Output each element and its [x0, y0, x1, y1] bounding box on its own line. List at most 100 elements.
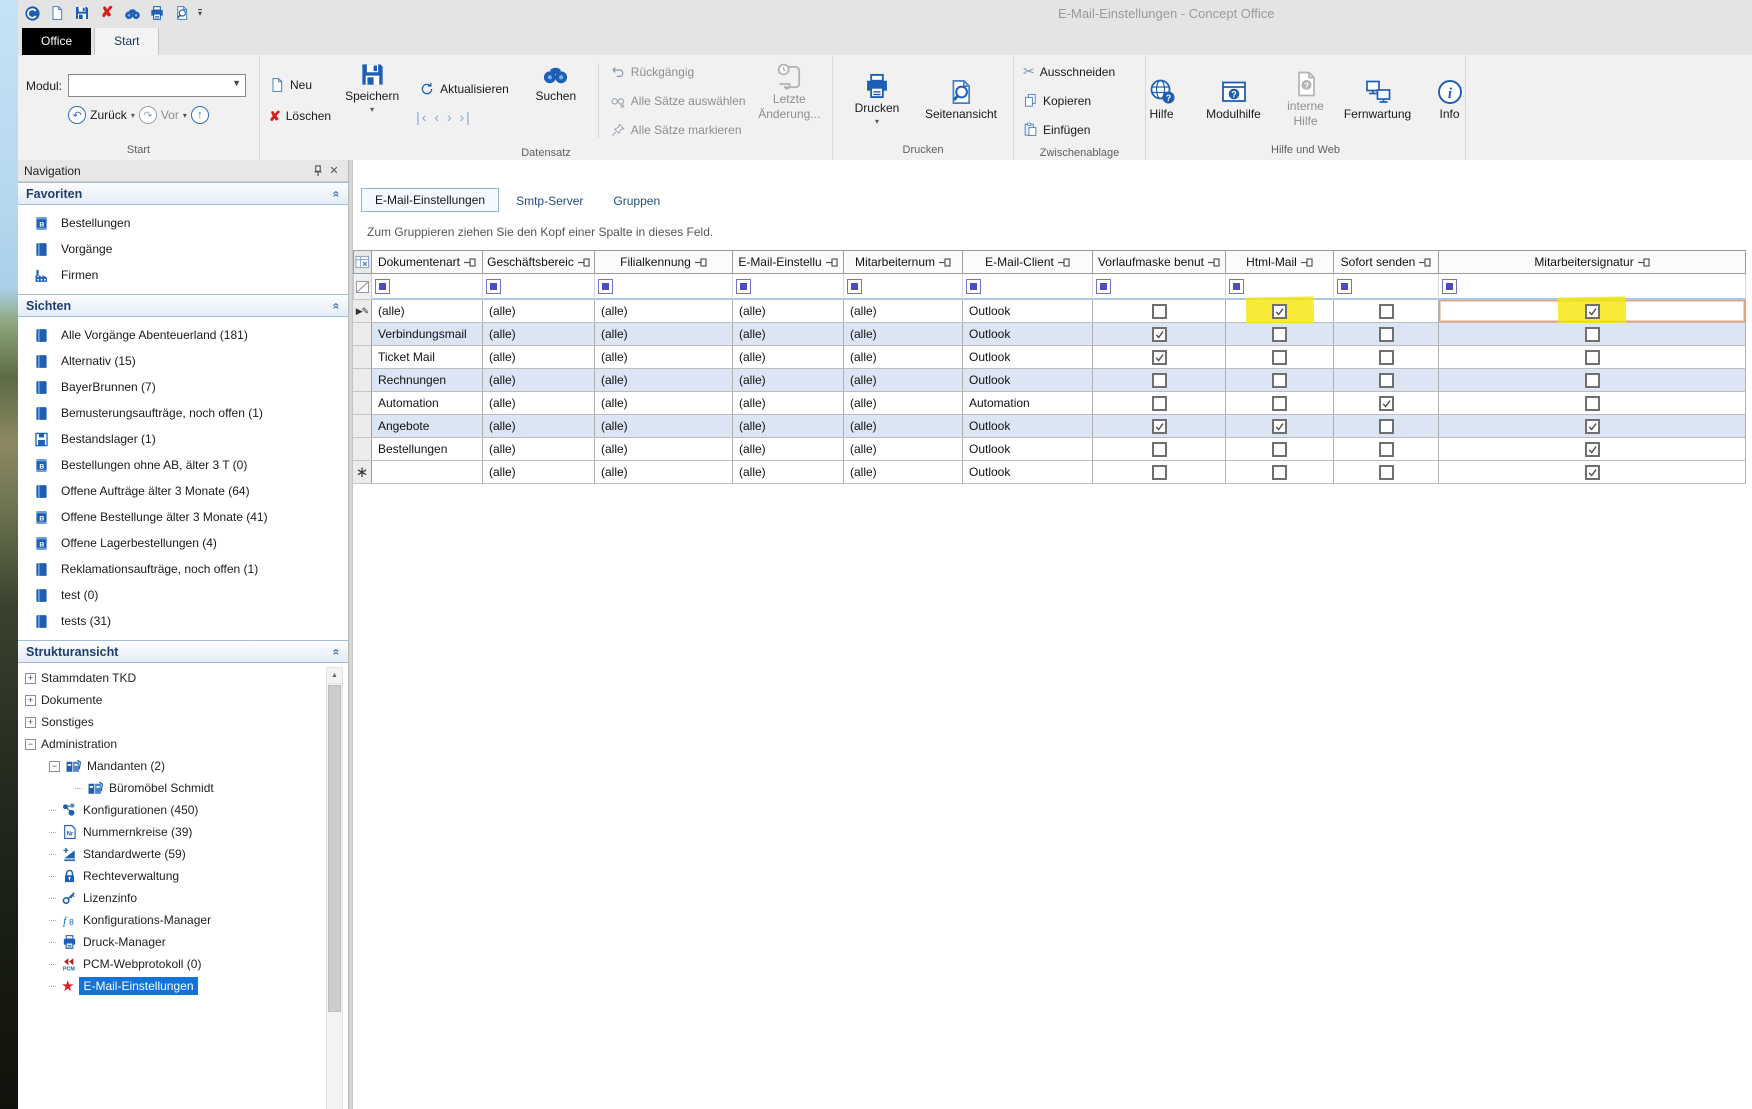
checkbox-unchecked[interactable]	[1585, 373, 1600, 388]
checkbox-unchecked[interactable]	[1152, 373, 1167, 388]
column-header-sofort-senden[interactable]: Sofort senden	[1334, 250, 1439, 274]
cell-dokumentenart[interactable]	[372, 461, 483, 484]
checkbox-checked[interactable]	[1585, 442, 1600, 457]
nav-item-bestellungen-ohne-ab-älter-3-t-0[interactable]: Bestellungen ohne AB, älter 3 T (0)	[18, 452, 348, 478]
filter-cell-dokumentenart[interactable]	[372, 274, 483, 300]
module-help-button[interactable]: Modulhilfe	[1200, 76, 1268, 123]
filter-button-icon[interactable]	[1442, 279, 1457, 294]
filter-button-icon[interactable]	[598, 279, 613, 294]
checkbox-unchecked[interactable]	[1272, 373, 1287, 388]
cell-filialkennung[interactable]: (alle)	[595, 346, 733, 369]
collapse-chevron-icon[interactable]: «	[330, 648, 344, 655]
cell-e-mail-client[interactable]: Outlook	[963, 461, 1093, 484]
filter-cell-vorlaufmaske-benut[interactable]	[1093, 274, 1226, 300]
cell-filialkennung[interactable]: (alle)	[595, 461, 733, 484]
collapse-chevron-icon[interactable]: «	[330, 302, 344, 309]
checkbox-checked[interactable]	[1152, 419, 1167, 434]
new-button[interactable]: Neu	[266, 73, 334, 98]
cell-dokumentenart[interactable]: Verbindungsmail	[372, 323, 483, 346]
cell-mitarbeiternum[interactable]: (alle)	[844, 346, 963, 369]
checkbox-unchecked[interactable]	[1379, 465, 1394, 480]
mark-all-records-button[interactable]: Alle Sätze markieren	[607, 117, 749, 142]
tab-smtp-server[interactable]: Smtp-Server	[503, 190, 596, 212]
cell-vorlaufmaske-benut[interactable]	[1093, 323, 1226, 346]
cell-mitarbeiternum[interactable]: (alle)	[844, 461, 963, 484]
cell-dokumentenart[interactable]: Automation	[372, 392, 483, 415]
checkbox-checked[interactable]	[1585, 465, 1600, 480]
cell-geschäftsbereic[interactable]: (alle)	[483, 461, 595, 484]
cell-vorlaufmaske-benut[interactable]	[1093, 392, 1226, 415]
cell-e-mail-client[interactable]: Outlook	[963, 323, 1093, 346]
column-header-e-mail-einstellu[interactable]: E-Mail-Einstellu	[733, 250, 844, 274]
cell-html-mail[interactable]	[1226, 323, 1334, 346]
cell-e-mail-einstellu[interactable]: (alle)	[733, 461, 844, 484]
print-button[interactable]: Drucken ▾	[843, 70, 911, 128]
expand-icon[interactable]: +	[25, 673, 36, 684]
forward-dropdown-icon[interactable]: ▾	[183, 111, 187, 120]
expand-icon[interactable]: +	[25, 717, 36, 728]
cell-e-mail-einstellu[interactable]: (alle)	[733, 369, 844, 392]
cell-vorlaufmaske-benut[interactable]	[1093, 346, 1226, 369]
cell-sofort-senden[interactable]	[1334, 392, 1439, 415]
cell-geschäftsbereic[interactable]: (alle)	[483, 346, 595, 369]
column-header-e-mail-client[interactable]: E-Mail-Client	[963, 250, 1093, 274]
checkbox-checked[interactable]	[1272, 419, 1287, 434]
tree-item-stammdaten-tkd[interactable]: +Stammdaten TKD	[18, 667, 348, 689]
cell-e-mail-client[interactable]: Automation	[963, 392, 1093, 415]
filter-button-icon[interactable]	[966, 279, 981, 294]
cell-geschäftsbereic[interactable]: (alle)	[483, 438, 595, 461]
cell-geschäftsbereic[interactable]: (alle)	[483, 300, 595, 323]
collapse-icon[interactable]: −	[25, 739, 36, 750]
cell-mitarbeiternum[interactable]: (alle)	[844, 323, 963, 346]
paste-button[interactable]: Einfügen	[1020, 117, 1118, 142]
cell-mitarbeitersignatur[interactable]	[1439, 461, 1746, 484]
nav-item-alternativ-15[interactable]: Alternativ (15)	[18, 348, 348, 374]
nav-item-bestellungen[interactable]: Bestellungen	[18, 210, 348, 236]
checkbox-unchecked[interactable]	[1585, 396, 1600, 411]
cut-button[interactable]: ✂ Ausschneiden	[1020, 59, 1118, 84]
modul-combobox[interactable]: ▼	[68, 74, 246, 97]
cell-html-mail[interactable]	[1226, 300, 1334, 323]
checkbox-checked[interactable]	[1152, 350, 1167, 365]
collapse-chevron-icon[interactable]: «	[330, 190, 344, 197]
save-button[interactable]: Speichern ▾	[338, 59, 406, 142]
save-icon[interactable]	[73, 4, 91, 22]
tab-office[interactable]: Office	[22, 28, 91, 55]
cell-vorlaufmaske-benut[interactable]	[1093, 438, 1226, 461]
filter-cell-geschäftsbereic[interactable]	[483, 274, 595, 300]
checkbox-unchecked[interactable]	[1379, 373, 1394, 388]
tab-start[interactable]: Start	[94, 27, 159, 55]
nav-item-offene-bestellunge-älter-3-monate-41[interactable]: Offene Bestellunge älter 3 Monate (41)	[18, 504, 348, 530]
cell-mitarbeitersignatur[interactable]	[1439, 300, 1746, 323]
cell-filialkennung[interactable]: (alle)	[595, 300, 733, 323]
checkbox-unchecked[interactable]	[1272, 442, 1287, 457]
select-all-records-button[interactable]: Alle Sätze auswählen	[607, 88, 749, 113]
cell-sofort-senden[interactable]	[1334, 415, 1439, 438]
nav-item-offene-lagerbestellungen-4[interactable]: Offene Lagerbestellungen (4)	[18, 530, 348, 556]
cell-e-mail-client[interactable]: Outlook	[963, 369, 1093, 392]
page-preview-button[interactable]: Seitenansicht	[919, 76, 1003, 123]
cell-filialkennung[interactable]: (alle)	[595, 323, 733, 346]
nav-item-test-0[interactable]: test (0)	[18, 582, 348, 608]
tree-item-sonstiges[interactable]: +Sonstiges	[18, 711, 348, 733]
checkbox-unchecked[interactable]	[1152, 304, 1167, 319]
checkbox-unchecked[interactable]	[1272, 350, 1287, 365]
app-logo-icon[interactable]	[23, 4, 41, 22]
cell-html-mail[interactable]	[1226, 369, 1334, 392]
print-preview-icon[interactable]	[173, 4, 191, 22]
checkbox-unchecked[interactable]	[1379, 327, 1394, 342]
expand-icon[interactable]: +	[25, 695, 36, 706]
cell-sofort-senden[interactable]	[1334, 438, 1439, 461]
cell-mitarbeitersignatur[interactable]	[1439, 323, 1746, 346]
cell-mitarbeiternum[interactable]: (alle)	[844, 438, 963, 461]
cell-filialkennung[interactable]: (alle)	[595, 438, 733, 461]
cell-mitarbeiternum[interactable]: (alle)	[844, 369, 963, 392]
cell-vorlaufmaske-benut[interactable]	[1093, 369, 1226, 392]
checkbox-unchecked[interactable]	[1272, 327, 1287, 342]
nav-item-offene-aufträge-älter-3-monate-64[interactable]: Offene Aufträge älter 3 Monate (64)	[18, 478, 348, 504]
column-header-dokumentenart[interactable]: Dokumentenart	[372, 250, 483, 274]
filter-button-icon[interactable]	[847, 279, 862, 294]
checkbox-unchecked[interactable]	[1152, 396, 1167, 411]
tree-item-büromöbel-schmidt[interactable]: Büromöbel Schmidt	[18, 777, 348, 799]
checkbox-unchecked[interactable]	[1272, 396, 1287, 411]
